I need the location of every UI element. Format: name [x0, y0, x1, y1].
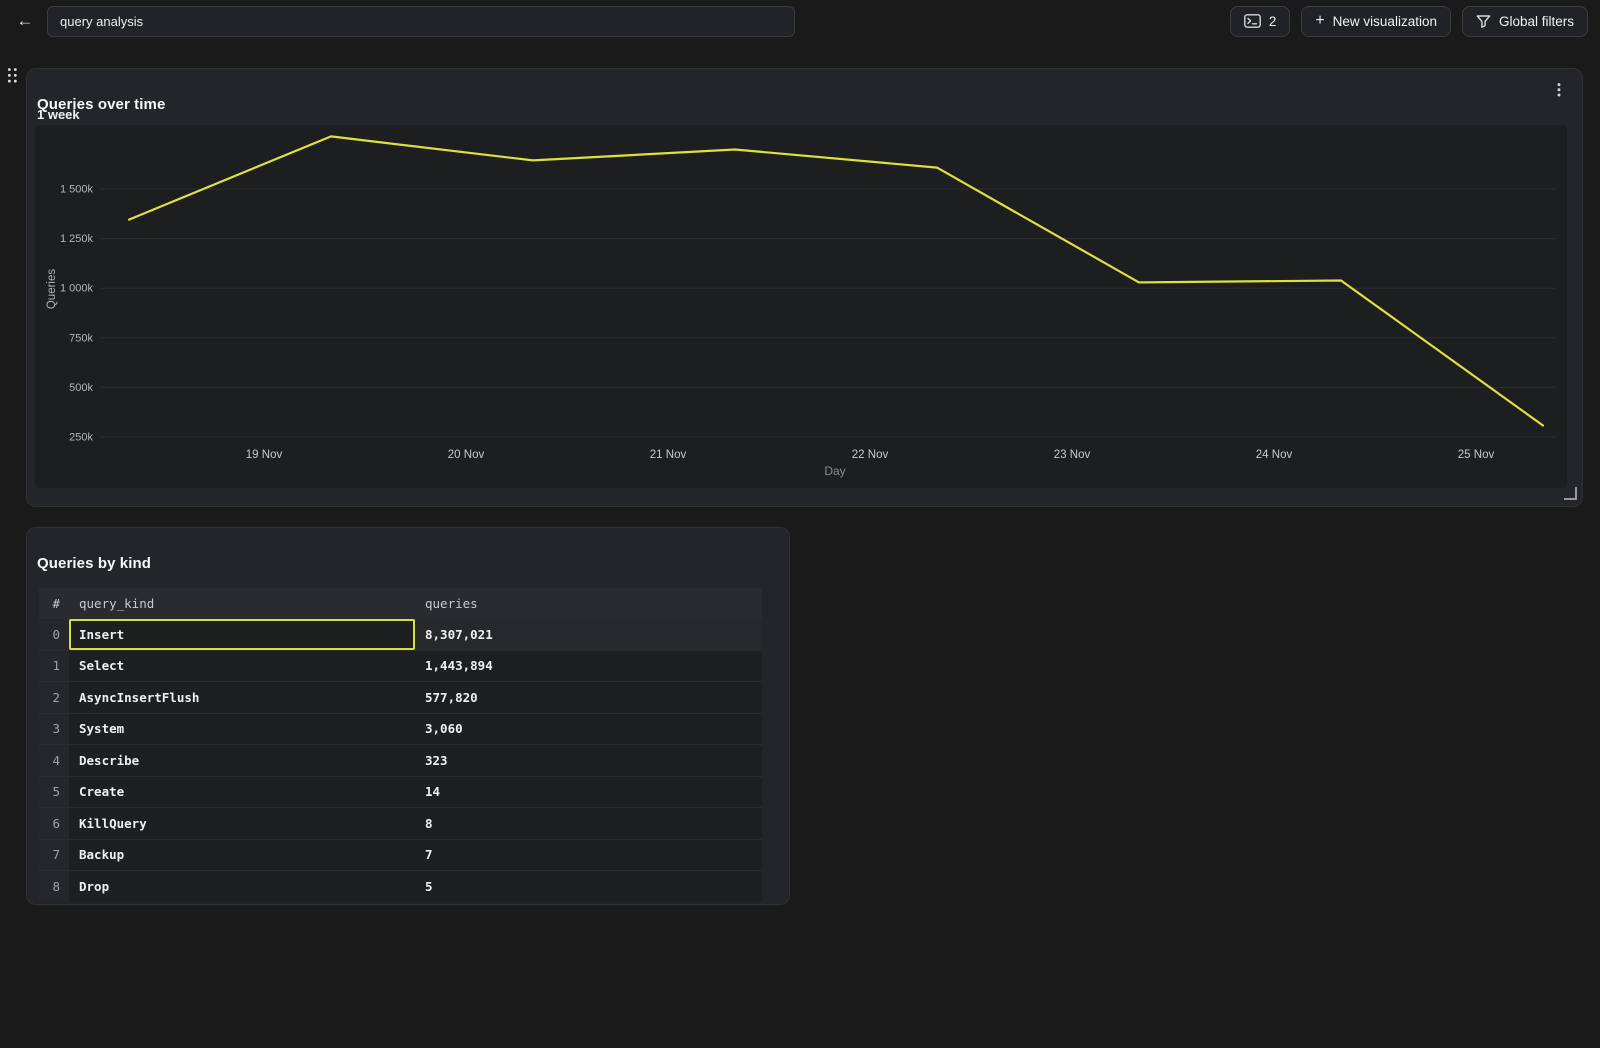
row-index-cell[interactable]: 3 — [39, 713, 69, 745]
query-kind-cell[interactable]: AsyncInsertFlush — [69, 681, 415, 713]
query-kind-cell[interactable]: Backup — [69, 839, 415, 871]
table-row: 6KillQuery8 — [39, 807, 762, 839]
svg-text:1 500k: 1 500k — [60, 184, 94, 196]
console-window-icon — [1244, 14, 1261, 28]
global-filters-label: Global filters — [1499, 14, 1574, 29]
queries-cell[interactable]: 8 — [415, 807, 762, 839]
grip-dots-icon — [6, 72, 20, 89]
row-index-cell[interactable]: 6 — [39, 807, 69, 839]
queries-cell[interactable]: 1,443,894 — [415, 650, 762, 682]
svg-text:19 Nov: 19 Nov — [246, 449, 283, 461]
row-index-cell[interactable]: 0 — [39, 618, 69, 650]
row-index-cell[interactable]: 1 — [39, 650, 69, 682]
query-kind-cell[interactable]: KillQuery — [69, 807, 415, 839]
svg-text:250k: 250k — [69, 432, 93, 444]
table-row: 3System3,060 — [39, 713, 762, 745]
queries-cell[interactable]: 8,307,021 — [415, 618, 762, 650]
queries-cell[interactable]: 7 — [415, 839, 762, 871]
table-row: 8Drop5 — [39, 870, 762, 902]
selected-cell[interactable]: Insert — [69, 618, 415, 650]
column-header-index[interactable]: # — [39, 588, 69, 618]
svg-text:22 Nov: 22 Nov — [852, 449, 889, 461]
query-kind-cell[interactable]: Create — [69, 776, 415, 808]
table-row: 4Describe323 — [39, 744, 762, 776]
svg-text:750k: 750k — [69, 332, 93, 344]
query-kind-cell[interactable]: Select — [69, 650, 415, 682]
chart-panel-menu-button[interactable] — [1548, 79, 1570, 101]
corner-resize-icon[interactable] — [1564, 487, 1577, 500]
svg-text:23 Nov: 23 Nov — [1054, 449, 1091, 461]
svg-text:1 000k: 1 000k — [60, 283, 94, 295]
global-filters-button[interactable]: Global filters — [1462, 6, 1588, 37]
query-kind-cell[interactable]: Describe — [69, 744, 415, 776]
queries-cell[interactable]: 3,060 — [415, 713, 762, 745]
back-button[interactable]: ← — [12, 8, 38, 34]
svg-text:21 Nov: 21 Nov — [650, 449, 687, 461]
column-header-query-kind[interactable]: query_kind — [69, 588, 415, 618]
svg-text:Queries: Queries — [46, 269, 58, 310]
query-tabs-button[interactable]: 2 — [1230, 6, 1291, 37]
query-kind-cell[interactable]: System — [69, 713, 415, 745]
kebab-vertical-icon — [1552, 86, 1566, 101]
queries-cell[interactable]: 14 — [415, 776, 762, 808]
svg-text:1 250k: 1 250k — [60, 233, 94, 245]
row-index-cell[interactable]: 7 — [39, 839, 69, 871]
svg-text:Day: Day — [824, 464, 845, 478]
table-panel-title: Queries by kind — [37, 555, 151, 572]
topbar: ← 2 + New visualization Global fil — [0, 0, 1600, 42]
line-chart[interactable]: 1 500k 1 250k 1 000k 750k 500k 250k 19 Nov 20 N… — [35, 125, 1567, 488]
table-row: 0Insert8,307,021 — [39, 618, 762, 650]
plus-icon: + — [1315, 12, 1324, 30]
svg-text:500k: 500k — [69, 382, 93, 394]
new-visualization-label: New visualization — [1333, 14, 1437, 29]
topbar-actions: 2 + New visualization Global filters — [1230, 6, 1588, 37]
table-row: 7Backup7 — [39, 839, 762, 871]
query-tabs-count: 2 — [1269, 14, 1277, 29]
row-index-cell[interactable]: 2 — [39, 681, 69, 713]
table-row: 5Create14 — [39, 776, 762, 808]
queries-over-time-panel: Queries over time 1 week 1 500k1 250k1 0… — [26, 68, 1583, 507]
svg-text:20 Nov: 20 Nov — [448, 449, 485, 461]
arrow-left-icon: ← — [17, 11, 34, 30]
queries-cell[interactable]: 5 — [415, 870, 762, 902]
row-index-cell[interactable]: 8 — [39, 870, 69, 902]
query-kind-table: #query_kindqueries0Insert8,307,0211Selec… — [39, 588, 762, 902]
table-row: 1Select1,443,894 — [39, 650, 762, 682]
chart-panel-subtitle: 1 week — [37, 107, 80, 122]
queries-by-kind-panel: Queries by kind #query_kindqueries0Inser… — [26, 527, 790, 905]
new-visualization-button[interactable]: + New visualization — [1301, 6, 1451, 37]
table-row: 2AsyncInsertFlush577,820 — [39, 681, 762, 713]
dashboard-title-input[interactable] — [47, 6, 795, 37]
row-index-cell[interactable]: 4 — [39, 744, 69, 776]
row-index-cell[interactable]: 5 — [39, 776, 69, 808]
svg-text:25 Nov: 25 Nov — [1458, 449, 1495, 461]
column-header-queries[interactable]: queries — [415, 588, 762, 618]
funnel-icon — [1476, 14, 1491, 29]
table-header-row: #query_kindqueries — [39, 588, 762, 618]
query-kind-cell[interactable]: Drop — [69, 870, 415, 902]
queries-cell[interactable]: 577,820 — [415, 681, 762, 713]
svg-text:24 Nov: 24 Nov — [1256, 449, 1293, 461]
panel-drag-handle[interactable] — [6, 66, 22, 86]
queries-cell[interactable]: 323 — [415, 744, 762, 776]
queries-line-series — [129, 136, 1543, 425]
